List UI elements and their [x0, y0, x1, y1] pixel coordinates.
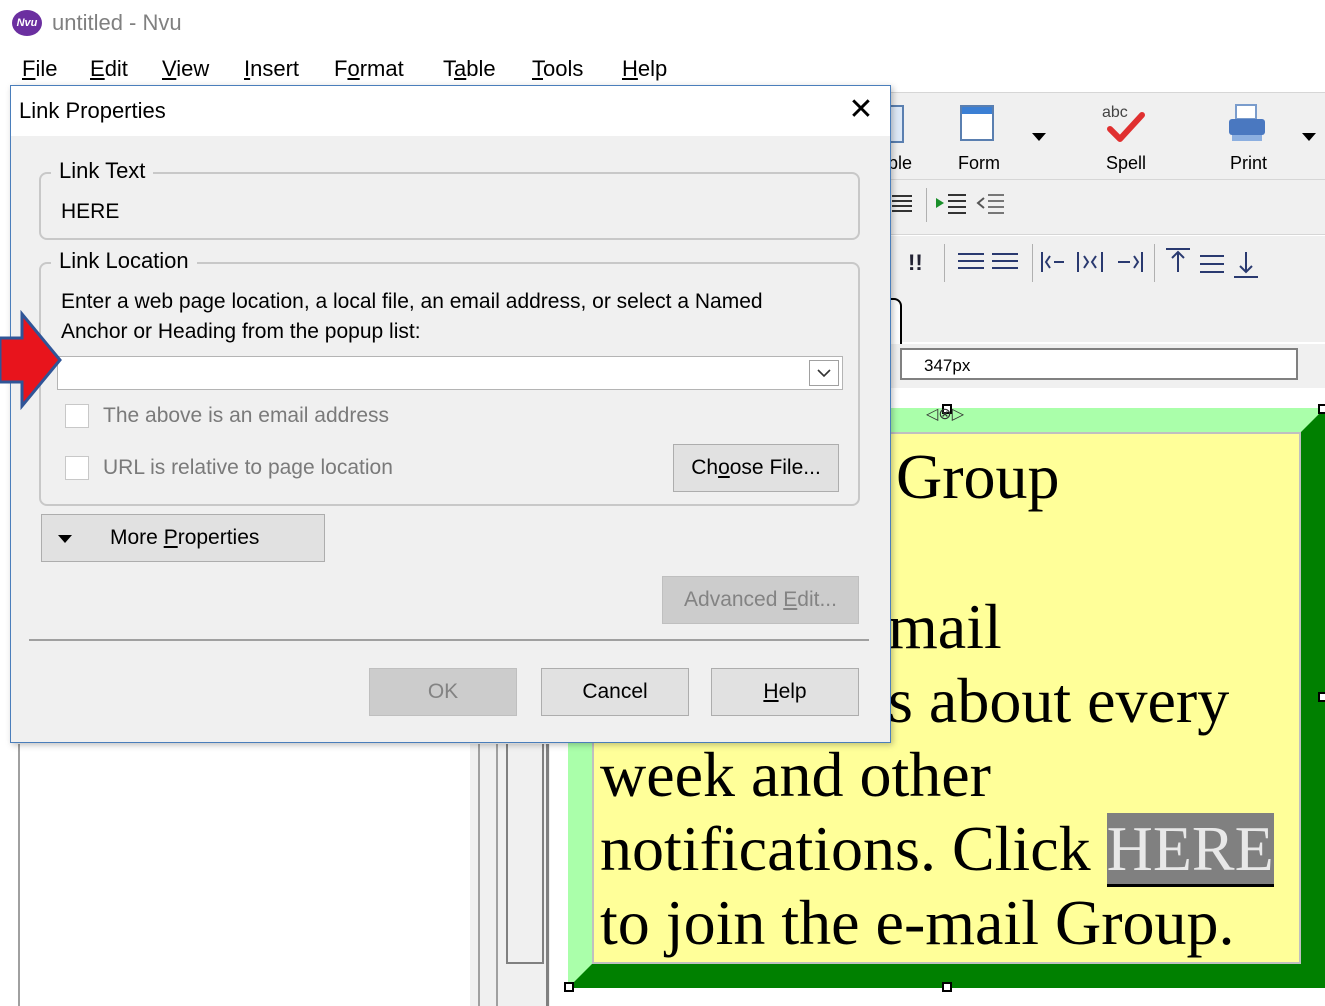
more-properties-button[interactable]: More Properties: [41, 514, 325, 562]
toolbar-separator: [1032, 244, 1033, 282]
dialog-title: Link Properties: [19, 98, 166, 123]
email-address-checkbox-label: The above is an email address: [103, 404, 389, 427]
outdent-icon[interactable]: [976, 192, 1008, 218]
relative-url-checkbox-label: URL is relative to page location: [103, 456, 393, 479]
justify-icon[interactable]: [892, 192, 912, 216]
relative-url-checkbox[interactable]: [65, 456, 89, 480]
link-text-value: HERE: [61, 200, 120, 223]
dialog-separator: [29, 639, 869, 641]
editor-text-line[interactable]: mail: [888, 590, 1002, 664]
selected-link-here[interactable]: HERE: [1106, 813, 1274, 887]
window-titlebar: Nvu untitled - Nvu: [0, 0, 1325, 46]
table-button-label[interactable]: ble: [888, 153, 912, 174]
toolbar-separator: [1154, 244, 1155, 282]
resize-handle[interactable]: [1318, 404, 1325, 414]
form-dropdown-arrow-icon[interactable]: [1032, 133, 1046, 141]
nvu-logo-icon: Nvu: [12, 10, 42, 36]
help-button[interactable]: Help: [711, 668, 859, 716]
red-arrow-annotation-icon: [0, 309, 64, 415]
close-icon[interactable]: ✕: [845, 94, 877, 126]
instructions-line: Enter a web page location, a local file,…: [61, 290, 763, 313]
menu-help[interactable]: Help: [622, 56, 667, 82]
menu-file[interactable]: File: [22, 56, 57, 82]
print-dropdown-arrow-icon[interactable]: [1302, 133, 1316, 141]
menu-format[interactable]: Format: [334, 56, 404, 82]
resize-handle[interactable]: [1318, 692, 1325, 702]
ok-button[interactable]: OK: [369, 668, 517, 716]
editor-text-line[interactable]: Group: [896, 440, 1060, 514]
svg-text:abc: abc: [1102, 104, 1128, 121]
move-handle-icon[interactable]: ◁⊗▷: [926, 404, 964, 424]
splitter-line: [478, 744, 480, 1006]
editor-text-line[interactable]: s about every: [888, 664, 1229, 738]
vertical-align-icons[interactable]: [1164, 246, 1264, 280]
link-text-legend: Link Text: [51, 158, 154, 184]
link-location-legend: Link Location: [51, 248, 197, 274]
link-properties-dialog: Link Properties ✕ Link Text HERE Link Lo…: [10, 85, 891, 743]
resize-handle[interactable]: [564, 982, 574, 992]
expand-arrow-icon: [58, 535, 72, 543]
chevron-down-icon[interactable]: [809, 360, 839, 386]
print-button-label[interactable]: Print: [1230, 153, 1267, 174]
link-text-group: [39, 172, 860, 240]
menu-edit[interactable]: Edit: [90, 56, 128, 82]
menu-tools[interactable]: Tools: [532, 56, 583, 82]
editor-text-line[interactable]: notifications. Click HERE: [600, 812, 1274, 887]
email-address-checkbox[interactable]: [65, 404, 89, 428]
format-toolbar: [880, 180, 1325, 235]
cancel-button[interactable]: Cancel: [541, 668, 689, 716]
width-field[interactable]: 347px: [900, 348, 1298, 380]
toolbar-separator: [926, 188, 927, 222]
window-title: untitled - Nvu: [52, 10, 182, 35]
menubar: File Edit View Insert Format Table Tools…: [0, 52, 1325, 88]
table-toolbar: !!: [880, 236, 1325, 295]
menu-view[interactable]: View: [162, 56, 209, 82]
table-options-icon[interactable]: !!: [908, 250, 923, 276]
menu-table[interactable]: Table: [443, 56, 496, 82]
row-align-icons[interactable]: [956, 248, 1020, 278]
composition-toolbar: ble Form abc Spell Print: [880, 92, 1325, 180]
form-icon[interactable]: [960, 105, 994, 141]
splitter-line: [496, 744, 498, 1006]
choose-file-button[interactable]: Choose File...: [673, 444, 839, 492]
editor-text-line[interactable]: week and other: [600, 738, 991, 812]
printer-icon[interactable]: [1226, 103, 1268, 143]
instructions-line: Anchor or Heading from the popup list:: [61, 320, 421, 343]
indent-icon[interactable]: [936, 192, 970, 218]
dialog-titlebar: Link Properties ✕: [11, 86, 890, 136]
editor-border: [546, 744, 549, 1006]
editor-text-line[interactable]: to join the e-mail Group.: [600, 886, 1235, 960]
resize-handle[interactable]: [942, 982, 952, 992]
advanced-edit-button[interactable]: Advanced Edit...: [662, 576, 859, 624]
form-button-label[interactable]: Form: [958, 153, 1000, 174]
toolbar-separator: [944, 244, 945, 282]
menu-insert[interactable]: Insert: [244, 56, 299, 82]
spell-button-label[interactable]: Spell: [1106, 153, 1146, 174]
tab-strip: [880, 294, 1325, 342]
column-align-icons[interactable]: [1038, 248, 1148, 278]
spell-check-icon[interactable]: abc: [1100, 101, 1150, 147]
site-manager-pane: [18, 744, 472, 1006]
vertical-scrollbar[interactable]: [506, 744, 544, 964]
url-combobox: [57, 356, 843, 390]
url-input[interactable]: [58, 357, 806, 389]
